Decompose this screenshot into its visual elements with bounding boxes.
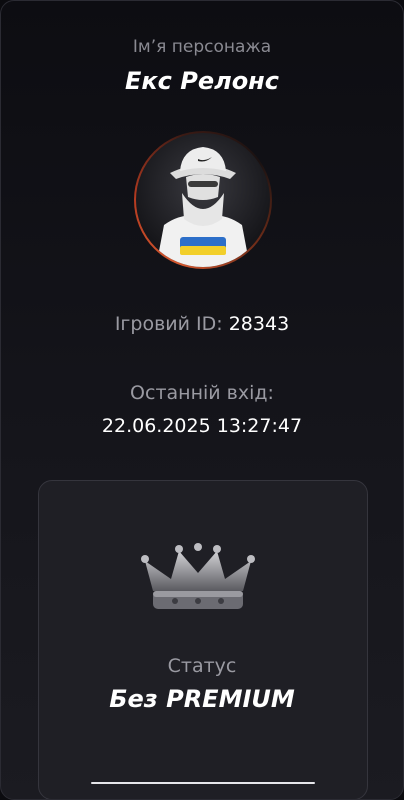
last-login-value: 22.06.2025 13:27:47 <box>101 415 303 437</box>
status-label: Статус <box>167 655 237 677</box>
game-id-label: Ігровий ID: <box>114 313 223 335</box>
avatar <box>134 131 272 269</box>
avatar-image <box>136 133 270 267</box>
game-id-value: 28343 <box>228 313 290 335</box>
profile-card: Ім’я персонажа Екс Релонс Ігровий ID: 28… <box>0 0 404 800</box>
last-login-label: Останній вхід: <box>130 382 274 404</box>
status-card <box>38 480 368 799</box>
character-name-label: Ім’я персонажа <box>132 37 272 57</box>
status-value: Без PREMIUM <box>109 685 295 713</box>
home-indicator <box>91 782 315 784</box>
avatar-figure <box>156 147 250 267</box>
crown-icon <box>141 543 255 609</box>
character-name: Екс Релонс <box>124 67 279 95</box>
game-id-row: Ігровий ID: 28343 <box>1 313 403 335</box>
